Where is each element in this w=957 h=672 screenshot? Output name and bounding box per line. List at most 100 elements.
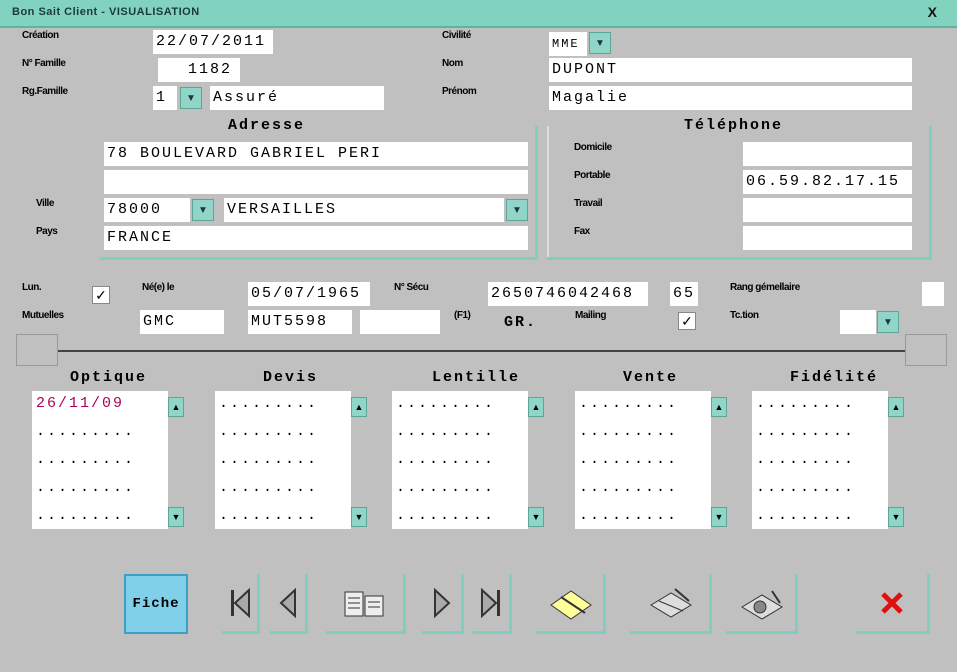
nsecu-key-field[interactable]: 65 bbox=[670, 282, 698, 306]
lentille-line-4[interactable]: ......... bbox=[396, 479, 495, 496]
print-button[interactable] bbox=[630, 574, 712, 634]
rgfamille-dropdown-icon[interactable]: ▼ bbox=[180, 87, 202, 109]
portable-field[interactable]: 06.59.82.17.15 bbox=[743, 170, 912, 194]
lentille-scroll-up-icon[interactable]: ▲ bbox=[528, 397, 544, 417]
domicile-field[interactable] bbox=[743, 142, 912, 166]
cp-field[interactable]: 78000 bbox=[104, 198, 190, 222]
devis-scroll-down-icon[interactable]: ▼ bbox=[351, 507, 367, 527]
fidelite-line-4[interactable]: ......... bbox=[756, 479, 855, 496]
mutuelle-2-field[interactable]: MUT5598 bbox=[248, 310, 352, 334]
nele-field[interactable]: 05/07/1965 bbox=[248, 282, 370, 306]
fidelite-line-3[interactable]: ......... bbox=[756, 451, 855, 468]
vente-scroll-down-icon[interactable]: ▼ bbox=[711, 507, 727, 527]
telephone-frame-left bbox=[547, 126, 549, 260]
last-record-button[interactable] bbox=[472, 574, 512, 634]
mutuelle-3-field[interactable] bbox=[360, 310, 440, 334]
stats-button[interactable] bbox=[726, 574, 798, 634]
prenom-field[interactable]: Magalie bbox=[549, 86, 912, 110]
lentille-scroll-down-icon[interactable]: ▼ bbox=[528, 507, 544, 527]
history-slider-left-handle[interactable] bbox=[16, 334, 58, 366]
optique-line-2[interactable]: ......... bbox=[36, 423, 135, 440]
optique-scroll-up-icon[interactable]: ▲ bbox=[168, 397, 184, 417]
rgfamille-type-field[interactable]: Assuré bbox=[210, 86, 384, 110]
travail-label: Travail bbox=[574, 198, 603, 209]
civilite-field[interactable]: MME bbox=[549, 32, 587, 56]
tction-dropdown-icon[interactable]: ▼ bbox=[877, 311, 899, 333]
pays-label: Pays bbox=[36, 226, 58, 237]
list-view-icon bbox=[344, 591, 383, 616]
tction-label: Tc.tion bbox=[730, 310, 759, 321]
devis-line-4[interactable]: ......... bbox=[219, 479, 318, 496]
mutuelle-1-field[interactable]: GMC bbox=[140, 310, 224, 334]
lentille-line-3[interactable]: ......... bbox=[396, 451, 495, 468]
fax-field[interactable] bbox=[743, 226, 912, 250]
vente-line-3[interactable]: ......... bbox=[579, 451, 678, 468]
devis-line-5[interactable]: ......... bbox=[219, 507, 318, 524]
vente-line-5[interactable]: ......... bbox=[579, 507, 678, 524]
fiche-button[interactable]: Fiche bbox=[124, 574, 188, 634]
devis-line-1[interactable]: ......... bbox=[219, 395, 318, 412]
prev-record-button[interactable] bbox=[270, 574, 308, 634]
ville-field[interactable]: VERSAILLES bbox=[224, 198, 504, 222]
first-record-button[interactable] bbox=[222, 574, 260, 634]
mailing-checkbox[interactable]: ✓ bbox=[678, 312, 696, 330]
vente-line-2[interactable]: ......... bbox=[579, 423, 678, 440]
devis-line-3[interactable]: ......... bbox=[219, 451, 318, 468]
lentille-line-1[interactable]: ......... bbox=[396, 395, 495, 412]
devis-scroll-up-icon[interactable]: ▲ bbox=[351, 397, 367, 417]
devis-list[interactable]: ......... ......... ......... ......... … bbox=[215, 391, 367, 529]
creation-field[interactable]: 22/07/2011 bbox=[153, 30, 273, 54]
travail-field[interactable] bbox=[743, 198, 912, 222]
mailing-label: Mailing bbox=[575, 310, 606, 321]
adresse-line2-field[interactable] bbox=[104, 170, 528, 194]
stats-icon bbox=[740, 589, 783, 620]
lentille-list[interactable]: ......... ......... ......... ......... … bbox=[392, 391, 544, 529]
optique-line-4[interactable]: ......... bbox=[36, 479, 135, 496]
edit-button[interactable] bbox=[536, 574, 606, 634]
optique-line-5[interactable]: ......... bbox=[36, 507, 135, 524]
devis-line-2[interactable]: ......... bbox=[219, 423, 318, 440]
tction-field[interactable] bbox=[840, 310, 876, 334]
vente-line-4[interactable]: ......... bbox=[579, 479, 678, 496]
ville-dropdown-icon[interactable]: ▼ bbox=[506, 199, 528, 221]
famille-label: N° Famille bbox=[22, 58, 66, 69]
next-record-button[interactable] bbox=[422, 574, 464, 634]
optique-line-1[interactable]: 26/11/09 bbox=[36, 395, 124, 412]
famille-field[interactable]: 1182 bbox=[158, 58, 240, 82]
fidelite-line-1[interactable]: ......... bbox=[756, 395, 855, 412]
optique-line-3[interactable]: ......... bbox=[36, 451, 135, 468]
fiche-button-label: Fiche bbox=[132, 596, 180, 612]
history-slider-right-handle[interactable] bbox=[905, 334, 947, 366]
exit-button[interactable] bbox=[856, 574, 930, 634]
adresse-line1-field[interactable]: 78 BOULEVARD GABRIEL PERI bbox=[104, 142, 528, 166]
vente-line-1[interactable]: ......... bbox=[579, 395, 678, 412]
lentille-line-2[interactable]: ......... bbox=[396, 423, 495, 440]
vente-scroll-up-icon[interactable]: ▲ bbox=[711, 397, 727, 417]
history-slider-track[interactable] bbox=[18, 350, 943, 352]
pays-field[interactable]: FRANCE bbox=[104, 226, 528, 250]
nsecu-field[interactable]: 2650746042468 bbox=[488, 282, 648, 306]
telephone-frame-bottom bbox=[547, 257, 932, 260]
optique-list[interactable]: 26/11/09 ......... ......... ......... .… bbox=[32, 391, 184, 529]
list-view-button[interactable] bbox=[326, 574, 406, 634]
optique-scroll-down-icon[interactable]: ▼ bbox=[168, 507, 184, 527]
nom-label: Nom bbox=[442, 58, 463, 69]
cp-dropdown-icon[interactable]: ▼ bbox=[192, 199, 214, 221]
fidelite-scroll-up-icon[interactable]: ▲ bbox=[888, 397, 904, 417]
rang-field[interactable] bbox=[922, 282, 944, 306]
rgfamille-field[interactable]: 1 bbox=[153, 86, 177, 110]
fidelite-scroll-down-icon[interactable]: ▼ bbox=[888, 507, 904, 527]
last-record-icon bbox=[480, 587, 500, 618]
fidelite-list[interactable]: ......... ......... ......... ......... … bbox=[752, 391, 904, 529]
lun-checkbox[interactable]: ✓ bbox=[92, 286, 110, 304]
fidelite-line-5[interactable]: ......... bbox=[756, 507, 855, 524]
nom-field[interactable]: DUPONT bbox=[549, 58, 912, 82]
civilite-dropdown-icon[interactable]: ▼ bbox=[589, 32, 611, 54]
domicile-label: Domicile bbox=[574, 142, 612, 153]
exit-icon bbox=[880, 591, 903, 614]
fidelite-line-2[interactable]: ......... bbox=[756, 423, 855, 440]
lentille-line-5[interactable]: ......... bbox=[396, 507, 495, 524]
vente-list[interactable]: ......... ......... ......... ......... … bbox=[575, 391, 727, 529]
close-icon[interactable]: X bbox=[928, 4, 937, 20]
lun-label: Lun. bbox=[22, 282, 42, 293]
